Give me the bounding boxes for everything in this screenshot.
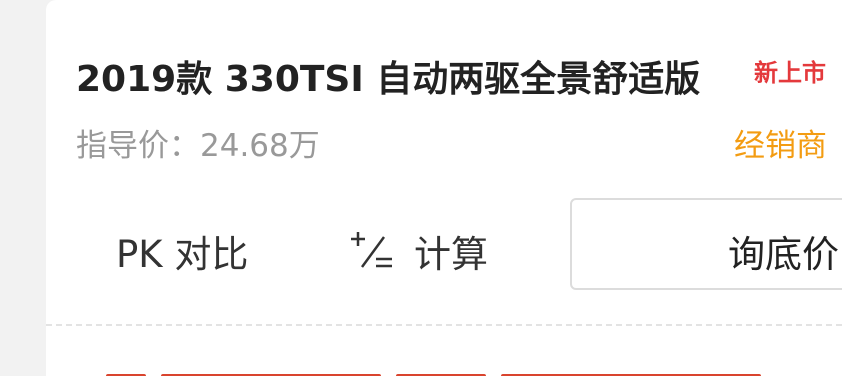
guide-price: 指导价：24.68万	[76, 128, 320, 164]
calculate-label: 计算	[414, 233, 488, 276]
new-release-badge: 新上市	[754, 59, 826, 87]
dashed-divider	[46, 324, 842, 326]
dealer-link[interactable]: 经销商	[734, 120, 827, 165]
plus-minus-equals-icon	[348, 227, 396, 275]
calculate-button[interactable]: 计算	[348, 224, 488, 278]
inquiry-price-button[interactable]: 询底价	[570, 198, 842, 290]
car-title-row: 2019款 330TSI 自动两驱全景舒适版	[76, 50, 700, 102]
pk-compare-button[interactable]: PK 对比	[116, 224, 248, 278]
car-model-card: 2019款 330TSI 自动两驱全景舒适版 新上市 指导价：24.68万 经销…	[46, 0, 842, 376]
inquiry-price-label: 询底价	[728, 233, 839, 276]
car-model-title: 2019款 330TSI 自动两驱全景舒适版	[76, 59, 701, 100]
next-section-peek	[106, 363, 806, 376]
